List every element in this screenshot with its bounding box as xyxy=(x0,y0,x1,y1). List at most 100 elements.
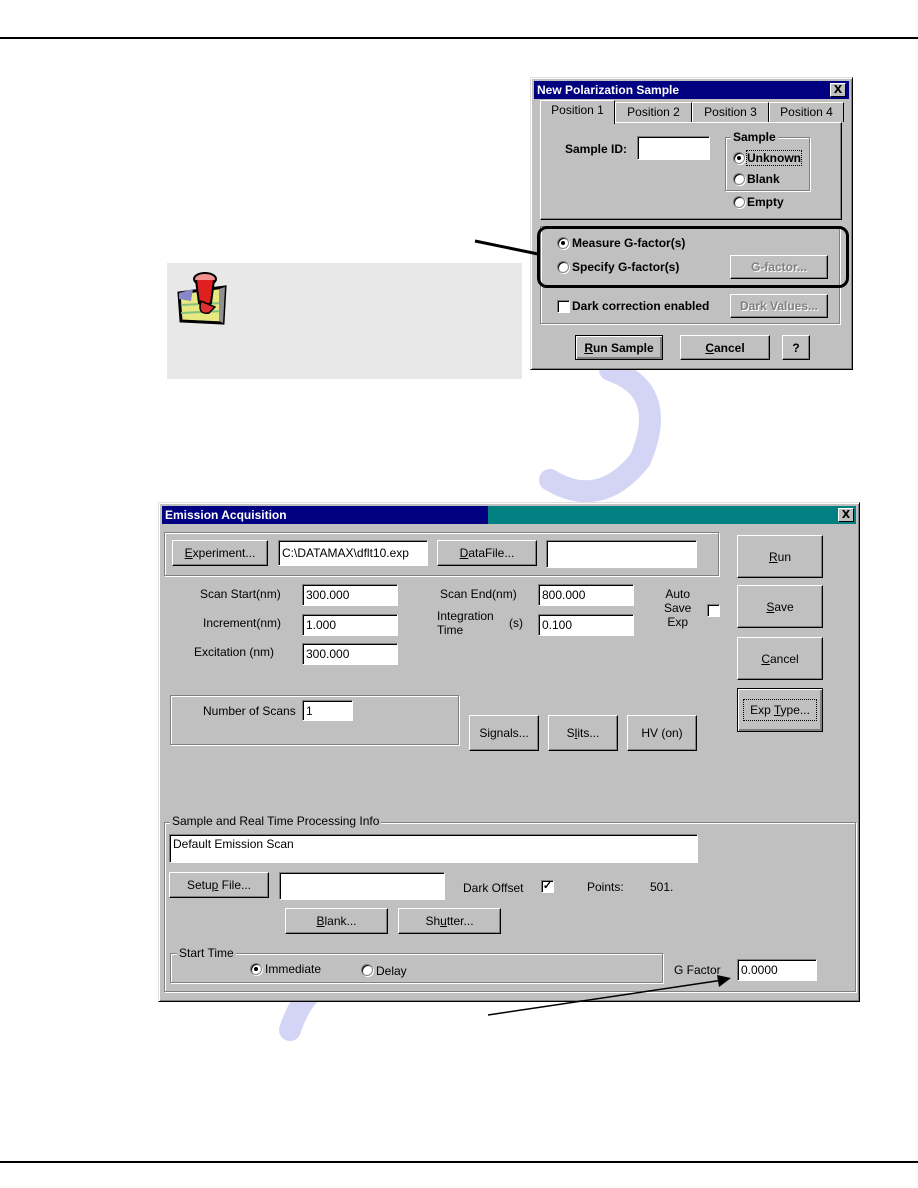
save-text: ave xyxy=(774,599,794,614)
note-box xyxy=(167,263,522,379)
signals-button[interactable]: Signals... xyxy=(469,715,539,751)
polarization-title: New Polarization Sample xyxy=(537,83,680,97)
setup-file-text-b: File... xyxy=(218,878,252,892)
excitation-label: Excitation (nm) xyxy=(194,645,275,659)
radio-measure-gfactor[interactable] xyxy=(557,237,569,249)
radio-delay[interactable] xyxy=(361,964,373,976)
setup-file-button[interactable]: Setup File... xyxy=(169,872,269,898)
run-sample-text: un Sample xyxy=(592,340,654,355)
g-factor-input[interactable] xyxy=(737,959,817,981)
sample-group-label: Sample xyxy=(731,130,778,144)
dark-correction-checkbox[interactable] xyxy=(557,300,570,313)
tab-position-1[interactable]: Position 1 xyxy=(540,100,615,124)
auto-save-line2: Save xyxy=(664,601,692,615)
auto-save-exp-label: Auto Save Exp xyxy=(664,587,691,629)
run-sample-mnemonic: R xyxy=(584,340,593,355)
exp-type-text-b: ype... xyxy=(780,703,810,717)
radio-blank[interactable] xyxy=(733,173,745,185)
tab-position-2[interactable]: Position 2 xyxy=(615,102,692,122)
datafile-input[interactable] xyxy=(546,540,697,568)
scan-start-input[interactable] xyxy=(302,584,398,606)
slits-text-a: S xyxy=(566,726,575,740)
help-button[interactable]: ? xyxy=(782,335,810,360)
tab-position-4[interactable]: Position 4 xyxy=(769,102,844,122)
increment-input[interactable] xyxy=(302,614,398,636)
auto-save-line1: Auto xyxy=(665,587,691,601)
hv-button[interactable]: HV (on) xyxy=(627,715,697,751)
cancel-mnemonic: C xyxy=(705,340,714,355)
num-scans-input[interactable] xyxy=(302,700,353,721)
exp-type-text-a: Exp xyxy=(750,703,774,717)
radio-empty-label[interactable]: Empty xyxy=(747,195,784,209)
dark-correction-label: Dark correction enabled xyxy=(572,299,710,313)
points-value: 501. xyxy=(650,880,674,894)
experiment-mnemonic: E xyxy=(184,546,193,560)
signals-text-a: Si xyxy=(479,726,490,740)
radio-measure-gfactor-label[interactable]: Measure G-factor(s) xyxy=(572,236,685,250)
dark-offset-label: Dark Offset xyxy=(463,881,524,895)
slits-button[interactable]: Slits... xyxy=(548,715,618,751)
emission-title: Emission Acquisition xyxy=(165,508,287,522)
datafile-text: ataFile... xyxy=(468,546,515,560)
scan-start-label: Scan Start(nm) xyxy=(200,587,281,601)
sample-id-label: Sample ID: xyxy=(565,142,628,156)
exp-type-button[interactable]: Exp Type... xyxy=(737,688,823,732)
gfactor-button[interactable]: G-factor... xyxy=(730,255,828,279)
radio-blank-label[interactable]: Blank xyxy=(747,172,780,186)
run-mnemonic: R xyxy=(768,549,778,564)
auto-save-line3: Exp xyxy=(667,615,689,629)
datafile-button[interactable]: DataFile... xyxy=(437,540,537,566)
polarization-titlebar: New Polarization Sample xyxy=(534,81,849,99)
close-icon[interactable]: X xyxy=(830,83,846,97)
excitation-input[interactable] xyxy=(302,643,398,665)
radio-specify-gfactor[interactable] xyxy=(557,261,569,273)
points-label: Points: xyxy=(587,880,624,894)
exp-type-mnemonic: T xyxy=(773,703,781,717)
signals-mnemonic: g xyxy=(489,726,497,740)
dark-offset-checkbox[interactable]: ✓ xyxy=(541,880,554,893)
integration-unit: (s) xyxy=(509,616,523,630)
shutter-button[interactable]: Shutter... xyxy=(398,908,501,934)
scan-end-label: Scan End(nm) xyxy=(440,587,517,601)
polarization-cancel-button[interactable]: Cancel xyxy=(680,335,770,360)
radio-specify-gfactor-label[interactable]: Specify G-factor(s) xyxy=(572,260,679,274)
shutter-mnemonic: u xyxy=(440,914,447,928)
radio-unknown-label[interactable]: Unknown xyxy=(746,150,802,166)
cancel-text: ancel xyxy=(769,651,799,666)
integration-label-line2: Time xyxy=(437,623,464,637)
signals-text-b: nals... xyxy=(496,726,529,740)
slits-text-b: its... xyxy=(577,726,600,740)
sample-info-group-label: Sample and Real Time Processing Info xyxy=(170,814,382,828)
close-icon[interactable]: X xyxy=(838,508,854,522)
pushpin-note-icon xyxy=(177,272,227,325)
tab-position-3[interactable]: Position 3 xyxy=(692,102,769,122)
radio-empty[interactable] xyxy=(733,196,745,208)
radio-immediate-label[interactable]: Immediate xyxy=(265,962,321,976)
radio-unknown[interactable] xyxy=(733,152,745,164)
integration-time-input[interactable] xyxy=(538,614,634,636)
sample-info-input[interactable] xyxy=(169,834,698,863)
experiment-text: xperiment... xyxy=(192,546,256,560)
run-text: un xyxy=(777,549,792,564)
run-button[interactable]: Run xyxy=(737,535,823,578)
dark-values-button[interactable]: Dark Values... xyxy=(730,294,828,318)
blank-button[interactable]: Blank... xyxy=(285,908,388,934)
cancel-text: ancel xyxy=(713,340,745,355)
save-button[interactable]: Save xyxy=(737,585,823,628)
blank-text: lank... xyxy=(324,914,357,928)
sample-id-input[interactable] xyxy=(637,136,710,160)
num-scans-label: Number of Scans xyxy=(203,704,296,718)
cancel-button[interactable]: Cancel xyxy=(737,637,823,680)
radio-immediate[interactable] xyxy=(250,963,262,975)
footer-rule xyxy=(0,1161,918,1163)
emission-titlebar: Emission Acquisition xyxy=(162,506,856,524)
start-time-group-label: Start Time xyxy=(177,946,236,960)
auto-save-checkbox[interactable] xyxy=(707,604,720,617)
radio-delay-label[interactable]: Delay xyxy=(376,964,407,978)
experiment-button[interactable]: Experiment... xyxy=(172,540,268,566)
experiment-path-input[interactable] xyxy=(278,540,428,566)
increment-label: Increment(nm) xyxy=(203,616,282,630)
scan-end-input[interactable] xyxy=(538,584,634,606)
setup-file-input[interactable] xyxy=(279,872,445,900)
run-sample-button[interactable]: Run Sample xyxy=(575,335,663,360)
